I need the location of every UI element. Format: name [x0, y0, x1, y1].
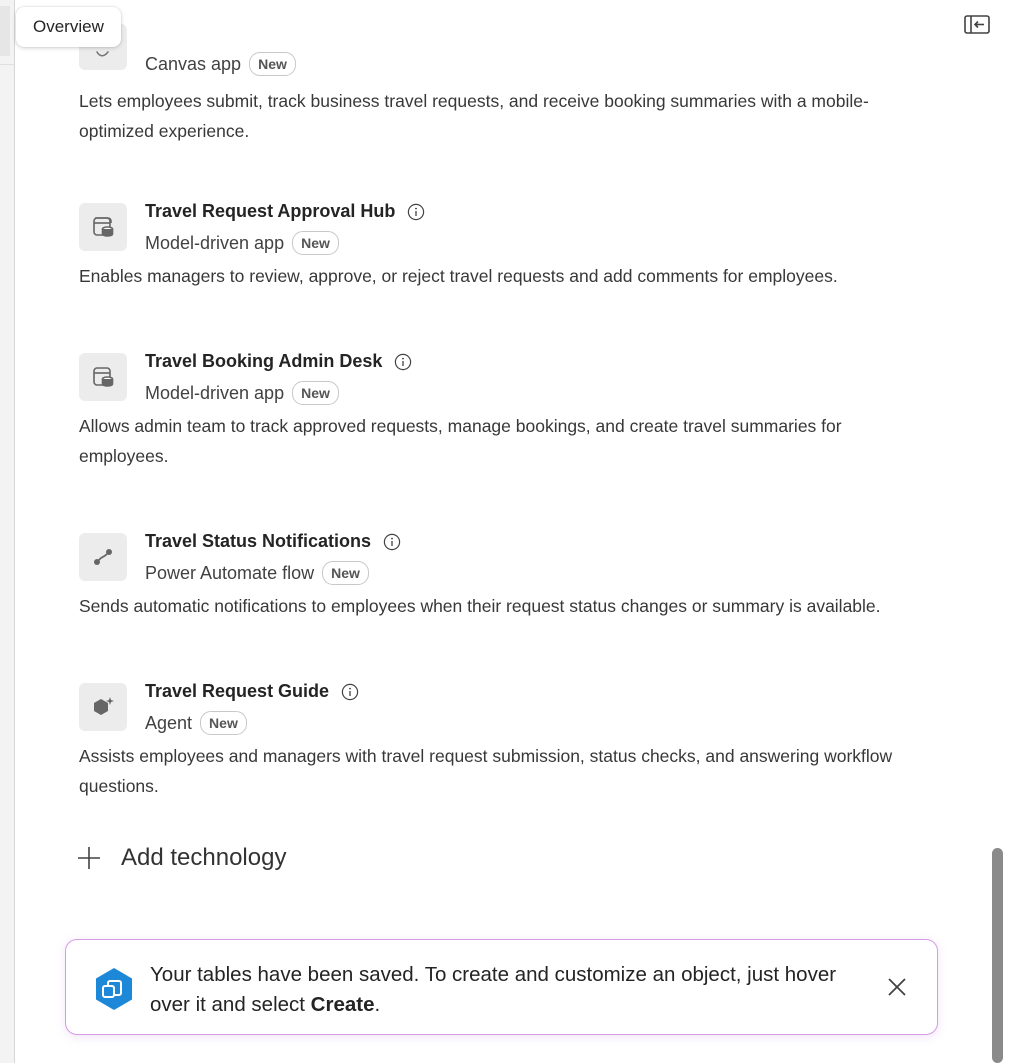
toast-message-text: Your tables have been saved. To create a…	[150, 963, 837, 1016]
item-description: Enables managers to review, approve, or …	[79, 266, 838, 286]
notification-toast: Your tables have been saved. To create a…	[65, 939, 938, 1035]
item-title: Travel Request Approval Hub	[145, 201, 396, 221]
flow-icon	[79, 533, 127, 581]
info-icon[interactable]	[341, 683, 359, 701]
item-type: Power Automate flow	[145, 562, 315, 583]
close-icon[interactable]	[885, 975, 909, 999]
item-type: Model-driven app	[145, 382, 285, 403]
new-badge: New	[292, 231, 339, 255]
item-description: Lets employees submit, track business tr…	[79, 91, 869, 141]
toast-message-end: .	[374, 993, 381, 1016]
item-title: Travel Status Notifications	[145, 531, 372, 551]
model-driven-app-icon	[79, 353, 127, 401]
item-description: Sends automatic notifications to employe…	[79, 596, 881, 616]
left-rail	[0, 0, 15, 1063]
add-technology-label: Add technology	[121, 844, 287, 871]
new-badge: New	[200, 711, 247, 735]
new-badge: New	[292, 381, 339, 405]
new-badge: New	[322, 561, 369, 585]
info-icon[interactable]	[394, 353, 412, 371]
model-driven-app-icon	[79, 203, 127, 251]
item-description: Assists employees and managers with trav…	[79, 746, 893, 796]
agent-icon	[79, 683, 127, 731]
item-description: Allows admin team to track approved requ…	[79, 416, 842, 466]
new-badge: New	[249, 52, 296, 76]
toast-create-text: Create	[310, 993, 375, 1016]
item-type: Canvas app	[145, 53, 242, 74]
add-technology-button[interactable]: Add technology	[77, 844, 286, 872]
info-icon[interactable]	[407, 203, 425, 221]
item-type: Agent	[145, 712, 193, 733]
power-apps-icon	[96, 968, 132, 1010]
scrollbar-thumb[interactable]	[992, 848, 1003, 1063]
plus-icon	[78, 847, 100, 869]
left-rail-divider	[0, 64, 14, 65]
collapse-panel-icon[interactable]	[964, 14, 990, 36]
item-type: Model-driven app	[145, 232, 285, 253]
item-title: Travel Booking Admin Desk	[145, 351, 383, 371]
info-icon[interactable]	[383, 533, 401, 551]
overview-tooltip: Overview	[16, 7, 121, 47]
item-title: Travel Request Guide	[145, 681, 330, 701]
left-rail-tab[interactable]	[0, 6, 10, 56]
toast-message: Your tables have been saved. To create a…	[150, 960, 850, 1020]
